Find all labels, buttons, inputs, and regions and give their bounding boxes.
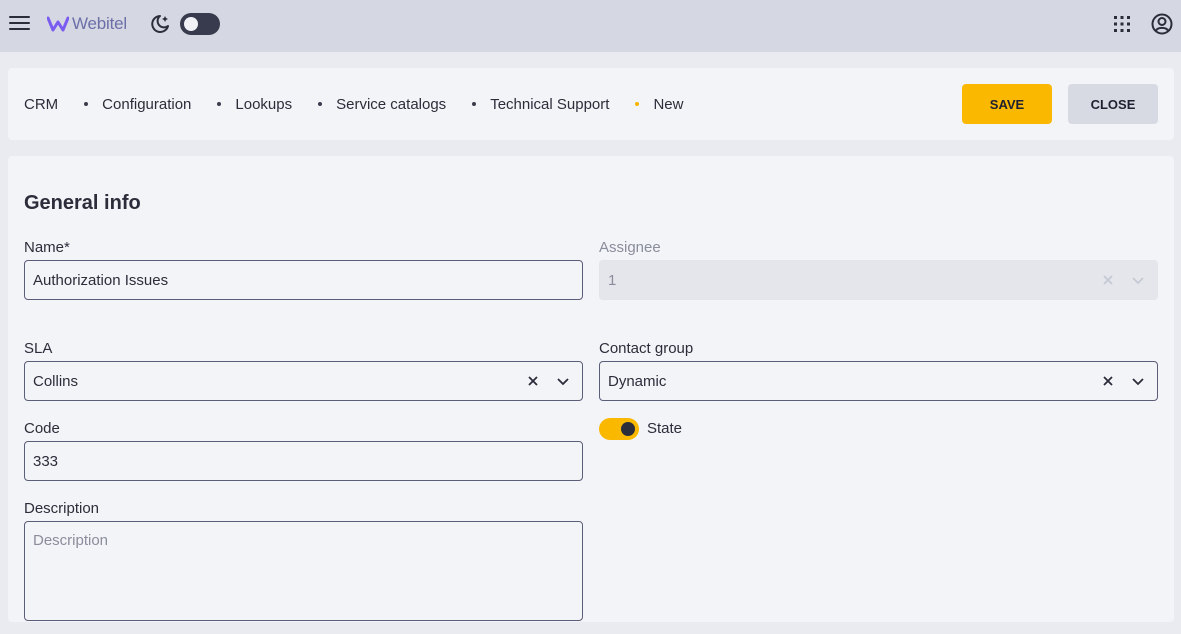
clear-icon (1097, 269, 1119, 291)
logo[interactable]: Webitel (47, 13, 127, 35)
breadcrumb-separator (318, 102, 323, 106)
code-label: Code (24, 420, 60, 437)
app-bar: Webitel (0, 0, 1181, 52)
section-title: General info (24, 192, 141, 214)
theme-toggle-knob (184, 17, 198, 31)
contact-group-value: Dynamic (608, 372, 667, 390)
breadcrumb: CRM Configuration Lookups Service catalo… (24, 68, 683, 140)
contact-group-select[interactable]: Dynamic (599, 361, 1158, 401)
assignee-value: 1 (608, 271, 617, 289)
breadcrumb-item-technical-support[interactable]: Technical Support (490, 96, 609, 113)
chevron-down-icon (1127, 269, 1149, 291)
logo-text: Webitel (72, 14, 127, 33)
page-header: CRM Configuration Lookups Service catalo… (8, 68, 1174, 140)
breadcrumb-separator (472, 102, 477, 106)
breadcrumb-item-lookups[interactable]: Lookups (235, 96, 292, 113)
webitel-logo-icon (47, 16, 69, 32)
breadcrumb-separator (217, 102, 222, 106)
theme-toggle[interactable] (180, 13, 220, 35)
assignee-label: Assignee (599, 239, 661, 256)
hamburger-icon[interactable] (9, 13, 31, 33)
contact-group-label: Contact group (599, 340, 694, 357)
code-value: 333 (33, 452, 59, 470)
breadcrumb-separator (84, 102, 89, 106)
breadcrumb-item-service-catalogs[interactable]: Service catalogs (336, 96, 446, 113)
state-label: State (647, 420, 683, 437)
description-label: Description (24, 500, 100, 517)
code-input[interactable]: 333 (24, 441, 583, 481)
sla-value: Collins (33, 372, 79, 390)
name-label: Name* (24, 239, 70, 256)
save-button[interactable]: SAVE (962, 84, 1052, 124)
sla-select[interactable]: Collins (24, 361, 583, 401)
sla-label: SLA (24, 340, 53, 357)
state-toggle[interactable] (599, 418, 639, 440)
breadcrumb-item-crm[interactable]: CRM (24, 96, 58, 113)
moon-icon[interactable] (148, 13, 172, 35)
general-info-card: General info Name* Authorization Issues … (8, 156, 1174, 622)
assignee-select: 1 (599, 260, 1158, 300)
name-value: Authorization Issues (33, 271, 169, 289)
clear-icon[interactable] (1097, 370, 1119, 392)
account-circle-icon[interactable] (1151, 13, 1173, 35)
apps-grid-icon[interactable] (1113, 15, 1131, 33)
clear-icon[interactable] (522, 370, 544, 392)
name-input[interactable]: Authorization Issues (24, 260, 583, 300)
breadcrumb-item-configuration[interactable]: Configuration (102, 96, 191, 113)
breadcrumb-separator-active (635, 102, 640, 106)
close-button[interactable]: CLOSE (1068, 84, 1158, 124)
description-textarea[interactable]: Description (24, 521, 583, 621)
state-toggle-knob (621, 422, 635, 436)
chevron-down-icon[interactable] (552, 370, 574, 392)
chevron-down-icon[interactable] (1127, 370, 1149, 392)
breadcrumb-item-new: New (653, 95, 684, 113)
description-placeholder: Description (33, 532, 109, 549)
